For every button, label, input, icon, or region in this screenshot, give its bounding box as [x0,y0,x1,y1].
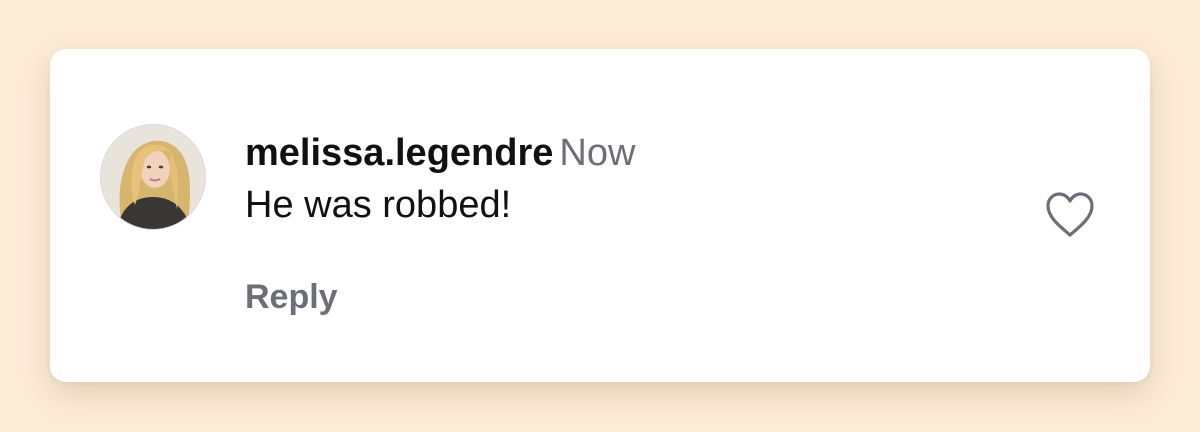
comment-timestamp: Now [559,132,636,174]
comment-text: He was robbed! [245,184,512,226]
comment-header: melissa.legendre Now [245,129,635,177]
comment-content: melissa.legendre Now He was robbed! [245,129,635,229]
username[interactable]: melissa.legendre [245,132,553,174]
user-avatar[interactable] [100,124,206,230]
like-button[interactable] [1042,189,1098,241]
avatar-photo-icon [101,125,205,229]
heart-outline-icon [1046,192,1094,237]
reply-button[interactable]: Reply [245,275,338,319]
comment-card: melissa.legendre Now He was robbed! Reply [50,49,1150,382]
